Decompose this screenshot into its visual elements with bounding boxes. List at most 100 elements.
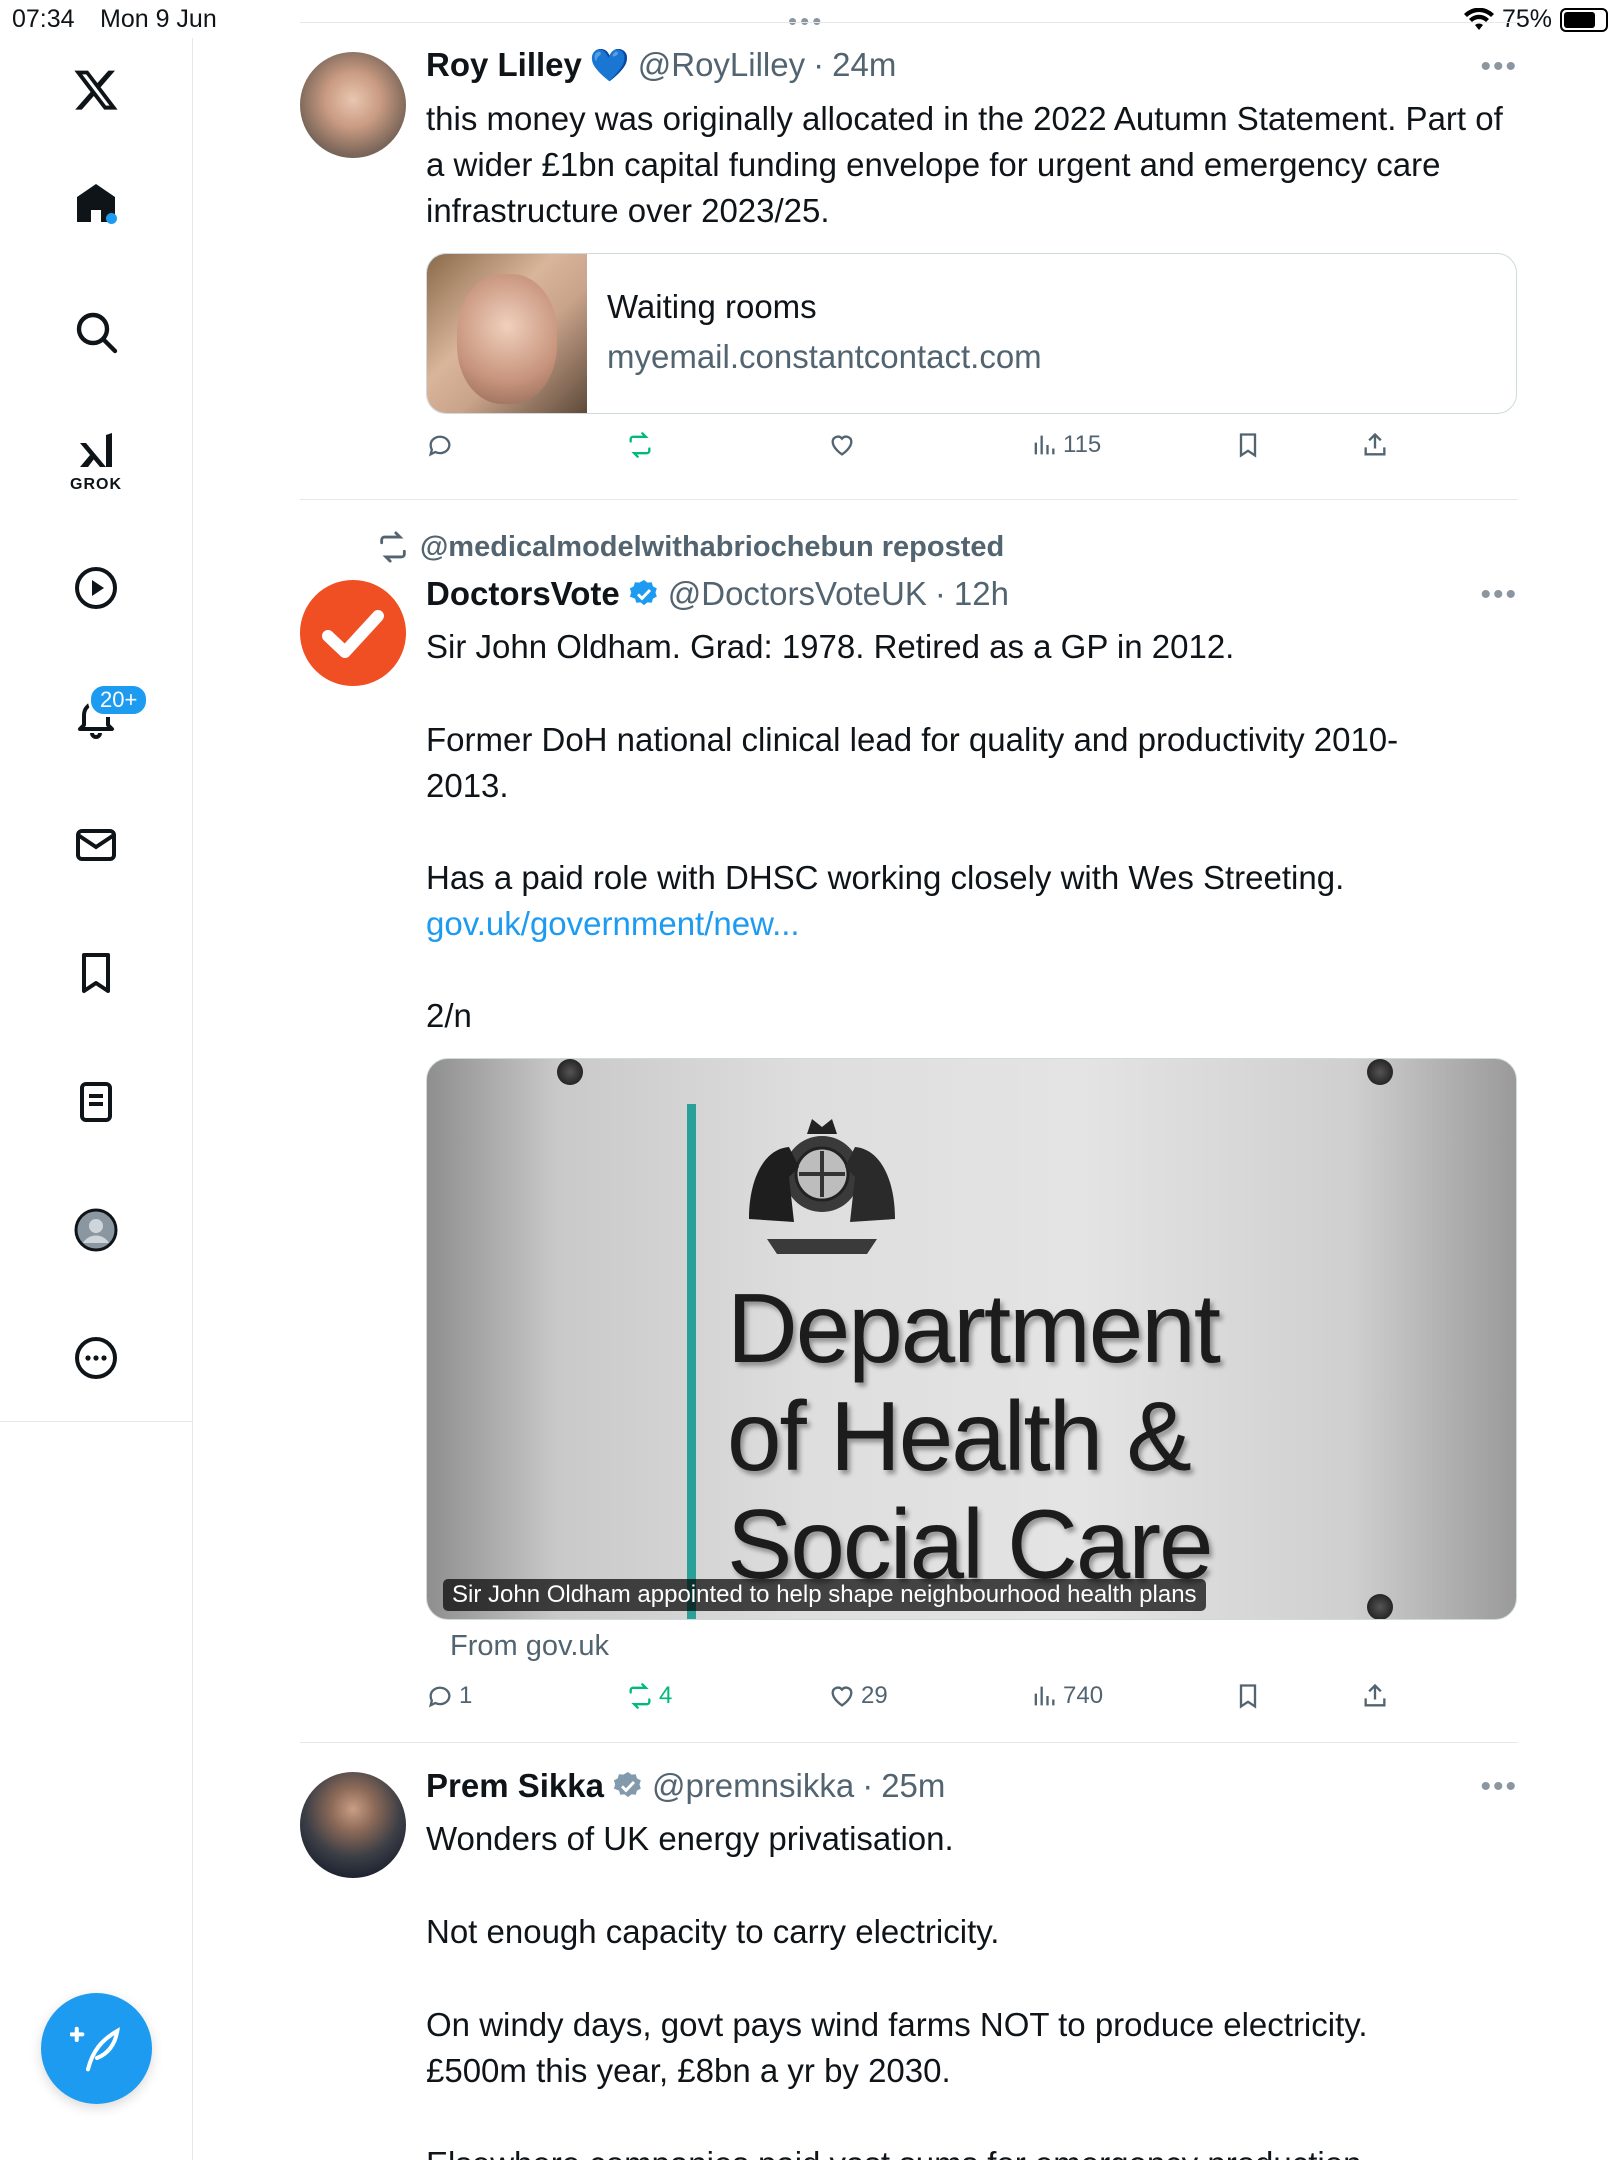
tweet-para-4: 2/n: [426, 997, 472, 1034]
search-svg: [76, 312, 118, 354]
grok-icon[interactable]: [66, 423, 126, 483]
views-chart-icon: [1034, 435, 1055, 455]
share-button[interactable]: [1361, 431, 1389, 459]
share-button[interactable]: [1361, 1682, 1389, 1710]
tweet-para-4: Elsewhere companies paid vast sums for e…: [426, 2141, 1526, 2160]
repost-context-text: @medicalmodelwithabriochebun reposted: [420, 530, 1005, 563]
share-icon: [1364, 432, 1386, 456]
timestamp[interactable]: 12h: [954, 575, 1009, 613]
card-title: Waiting rooms: [607, 288, 817, 325]
bookmark-icon: [1239, 433, 1257, 458]
handle[interactable]: @premnsikka: [652, 1767, 854, 1805]
status-time: 07:34: [12, 5, 75, 33]
plaque-bolt: [557, 1059, 583, 1085]
avatar-prem-sikka[interactable]: [300, 1772, 406, 1878]
like-button[interactable]: 29: [828, 1682, 888, 1710]
tweet-header: Roy Lilley 💙 @RoyLilley · 24m: [426, 46, 896, 84]
search-icon[interactable]: [66, 302, 126, 362]
plaque-lettering: Department of Health & Social Care: [727, 1274, 1221, 1598]
reply-button[interactable]: [426, 431, 459, 459]
timestamp[interactable]: 24m: [832, 46, 896, 84]
display-name[interactable]: Roy Lilley: [426, 46, 582, 84]
tweet-header: Prem Sikka @premnsikka · 25m: [426, 1767, 945, 1805]
tweet-para-4-text: Elsewhere companies paid vast sums for e…: [426, 2141, 1526, 2160]
plaque-line-2: of Health &: [727, 1381, 1192, 1491]
tweet-para-2: Former DoH national clinical lead for qu…: [426, 721, 1399, 804]
wifi-icon: [1463, 7, 1494, 30]
views-count: 740: [1063, 1682, 1104, 1709]
handle[interactable]: @DoctorsVoteUK: [668, 575, 927, 613]
repost-context-icon: [380, 531, 406, 563]
checkmark-logo-icon: [322, 610, 384, 658]
x-logo-svg: [74, 70, 118, 110]
tweet-actions: 115: [426, 431, 1426, 471]
reply-icon: [428, 435, 451, 457]
tweet-header: DoctorsVote @DoctorsVoteUK · 12h: [426, 575, 1009, 613]
tweet-text: this money was originally allocated in t…: [426, 100, 1503, 229]
tweet-media-image[interactable]: Department of Health & Social Care Sir J…: [426, 1058, 1517, 1620]
views-button[interactable]: 115: [1030, 431, 1101, 459]
views-count: 115: [1063, 431, 1102, 458]
plaque-bolt: [1367, 1059, 1393, 1085]
bookmarks-icon[interactable]: [66, 943, 126, 1003]
lists-svg: [80, 1082, 112, 1122]
x-logo-icon[interactable]: [66, 60, 126, 120]
profile-svg: [74, 1208, 118, 1252]
views-button[interactable]: 740: [1030, 1682, 1103, 1710]
compose-feather-icon: [69, 2026, 120, 2071]
separator-dot: ·: [934, 575, 946, 612]
more-circle-icon[interactable]: [66, 1328, 126, 1388]
reply-button[interactable]: 1: [426, 1682, 472, 1710]
tweet-para-1: Wonders of UK energy privatisation.: [426, 1820, 954, 1857]
videos-play-icon[interactable]: [66, 558, 126, 618]
like-count: 29: [861, 1682, 888, 1709]
battery-icon: [1560, 7, 1608, 32]
more-options-icon[interactable]: •••: [1480, 578, 1518, 612]
tweet-divider: [300, 499, 1518, 500]
handle[interactable]: @RoyLilley: [638, 46, 805, 84]
home-icon[interactable]: [66, 173, 126, 233]
sidebar: GROK 20+: [0, 38, 193, 2160]
blue-heart-emoji: 💙: [589, 47, 630, 83]
verified-badge-icon: [629, 580, 657, 606]
grok-label: GROK: [70, 476, 122, 493]
tweet-para-2: Not enough capacity to carry electricity…: [426, 1913, 1000, 1950]
lists-icon[interactable]: [66, 1072, 126, 1132]
messages-envelope-icon[interactable]: [66, 815, 126, 875]
more-options-icon[interactable]: •••: [1480, 50, 1518, 84]
grok-svg: [80, 433, 112, 467]
media-caption: Sir John Oldham appointed to help shape …: [443, 1579, 1206, 1611]
play-svg: [75, 567, 117, 609]
bookmark-button[interactable]: [1234, 1682, 1262, 1710]
tweet-actions: 1 4 29 740: [426, 1682, 1426, 1722]
bookmark-button[interactable]: [1234, 431, 1262, 459]
link-card[interactable]: Waiting rooms myemail.constantcontact.co…: [426, 253, 1517, 414]
feed-top-divider: [300, 22, 1518, 23]
timestamp[interactable]: 25m: [881, 1767, 945, 1805]
compose-post-button[interactable]: [41, 1993, 152, 2104]
avatar-roy-lilley[interactable]: [300, 52, 406, 158]
repost-context[interactable]: @medicalmodelwithabriochebun reposted: [376, 530, 1004, 564]
display-name[interactable]: DoctorsVote: [426, 575, 620, 613]
tweet-link[interactable]: gov.uk/government/new...: [426, 901, 1526, 947]
separator-dot: ·: [813, 46, 825, 83]
repost-button[interactable]: [626, 431, 659, 459]
plaque-bolt: [1367, 1594, 1393, 1619]
link-source[interactable]: From gov.uk: [450, 1630, 609, 1663]
heart-icon: [831, 1686, 853, 1707]
share-icon: [1364, 1683, 1386, 1707]
bookmark-svg: [82, 953, 110, 993]
royal-crest-icon: [749, 1119, 895, 1254]
repost-button[interactable]: 4: [626, 1682, 672, 1710]
views-chart-icon: [1034, 1686, 1055, 1706]
home-unread-dot: [106, 213, 117, 224]
display-name[interactable]: Prem Sikka: [426, 1767, 604, 1805]
more-options-icon[interactable]: •••: [1480, 1770, 1518, 1804]
separator-dot: ·: [862, 1767, 874, 1804]
profile-avatar-icon[interactable]: [66, 1200, 126, 1260]
like-button[interactable]: [828, 431, 861, 459]
heart-icon: [831, 435, 853, 456]
avatar-doctorsvote[interactable]: [300, 580, 406, 686]
tweet-para-3: Has a paid role with DHSC working closel…: [426, 859, 1345, 896]
repost-icon: [629, 432, 651, 458]
